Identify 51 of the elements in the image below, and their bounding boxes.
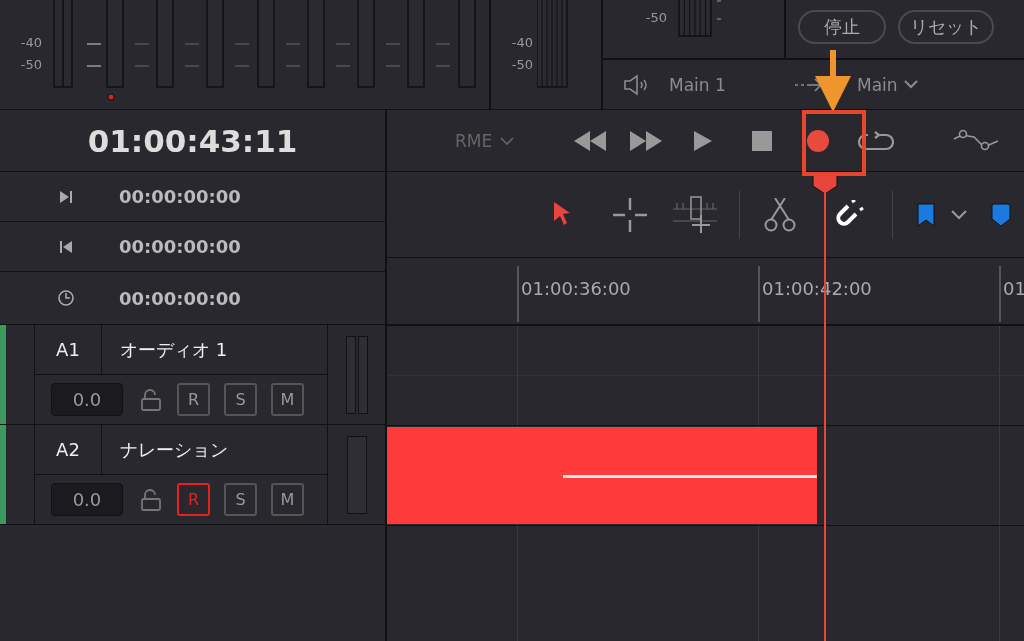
rewind-button[interactable] [574, 130, 607, 151]
slip-tool[interactable] [673, 194, 717, 235]
route-dropdown[interactable]: Main [857, 74, 918, 95]
solo-button[interactable]: S [224, 483, 257, 516]
clock-icon [57, 289, 75, 307]
volume-field[interactable]: 0.0 [51, 383, 123, 416]
flag-icon[interactable] [917, 202, 935, 227]
track-name: オーディオ 1 [119, 337, 228, 362]
output-name: Main 1 [669, 74, 727, 95]
timecode-value: 00:00:00:00 [119, 186, 241, 207]
play-button[interactable] [694, 130, 713, 151]
record-arm-button[interactable]: R [177, 383, 210, 416]
chevron-icon [903, 80, 918, 90]
scissors-tool[interactable] [764, 197, 796, 232]
stop-button[interactable]: 停止 [798, 10, 886, 44]
chevron-icon [500, 135, 515, 146]
scale-label: -40 [20, 34, 43, 52]
lock-icon[interactable] [141, 488, 161, 511]
ruler-label: 01:00:36:00 [521, 278, 631, 299]
annotation-arrow [815, 50, 851, 112]
fast-forward-button[interactable] [630, 130, 663, 151]
arrow-icon [795, 77, 823, 92]
track-name: ナレーション [119, 437, 228, 462]
scale-label: -50 [645, 9, 668, 27]
record-button[interactable] [806, 128, 831, 153]
track-id: A1 [35, 325, 102, 374]
scale-label: -50 [20, 56, 43, 74]
lock-icon[interactable] [141, 388, 161, 411]
chevron-icon[interactable] [951, 209, 967, 220]
marker-icon[interactable] [991, 202, 1011, 227]
highlight-box [802, 110, 866, 176]
ruler-label: 01 [1003, 278, 1024, 299]
scale-label: -40 [511, 34, 534, 52]
loop-button[interactable] [858, 129, 895, 152]
automation-button[interactable] [952, 128, 1001, 153]
device-label: RME [455, 130, 493, 151]
meter-drawing [678, 0, 722, 37]
mute-button[interactable]: M [271, 483, 304, 516]
crosshair-tool[interactable] [613, 197, 647, 232]
stop-button[interactable] [752, 130, 773, 151]
timecode-value: 00:00:00:00 [119, 236, 241, 257]
reset-button[interactable]: リセット [898, 10, 994, 44]
track-id: A2 [35, 425, 102, 474]
timecode-value: 00:00:00:00 [119, 287, 241, 309]
scale-label: -50 [511, 56, 534, 74]
speaker-icon [623, 73, 649, 96]
mute-button[interactable]: M [271, 383, 304, 416]
volume-field[interactable]: 0.0 [51, 483, 123, 516]
solo-button[interactable]: S [224, 383, 257, 416]
timecode: 01:00:43:11 [0, 110, 385, 172]
record-arm-button[interactable]: R [177, 483, 210, 516]
